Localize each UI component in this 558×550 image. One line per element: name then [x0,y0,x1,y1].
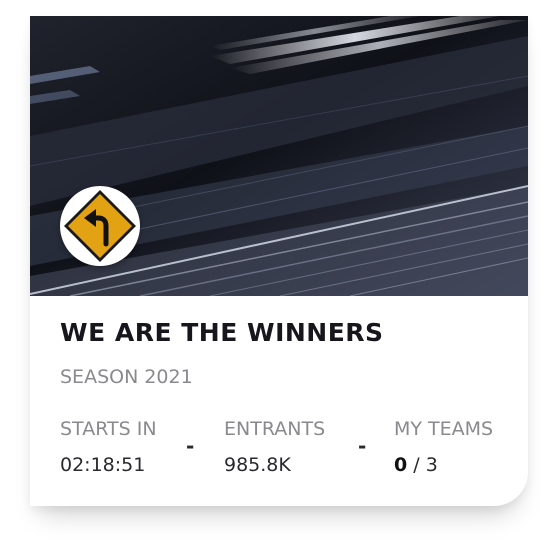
starts-in-countdown: 02:18:51 [60,454,146,476]
my-teams-count: 0 / 3 [394,454,438,476]
my-teams-label: MY TEAMS [394,418,494,440]
season-label: SEASON 2021 [60,366,193,388]
stat-divider: - [186,434,195,458]
my-teams-separator: / [407,454,426,476]
starts-in-label: STARTS IN [60,418,157,440]
entrants-label: ENTRANTS [224,418,326,440]
stat-divider: - [358,434,367,458]
contest-title: WE ARE THE WINNERS [60,318,384,347]
hero-image [30,16,528,296]
my-teams-current: 0 [394,454,408,476]
entrants-count: 985.8K [224,454,291,476]
my-teams-max: 3 [425,454,438,476]
contest-card[interactable]: WE ARE THE WINNERS SEASON 2021 STARTS IN… [30,16,528,506]
badge [60,186,140,266]
